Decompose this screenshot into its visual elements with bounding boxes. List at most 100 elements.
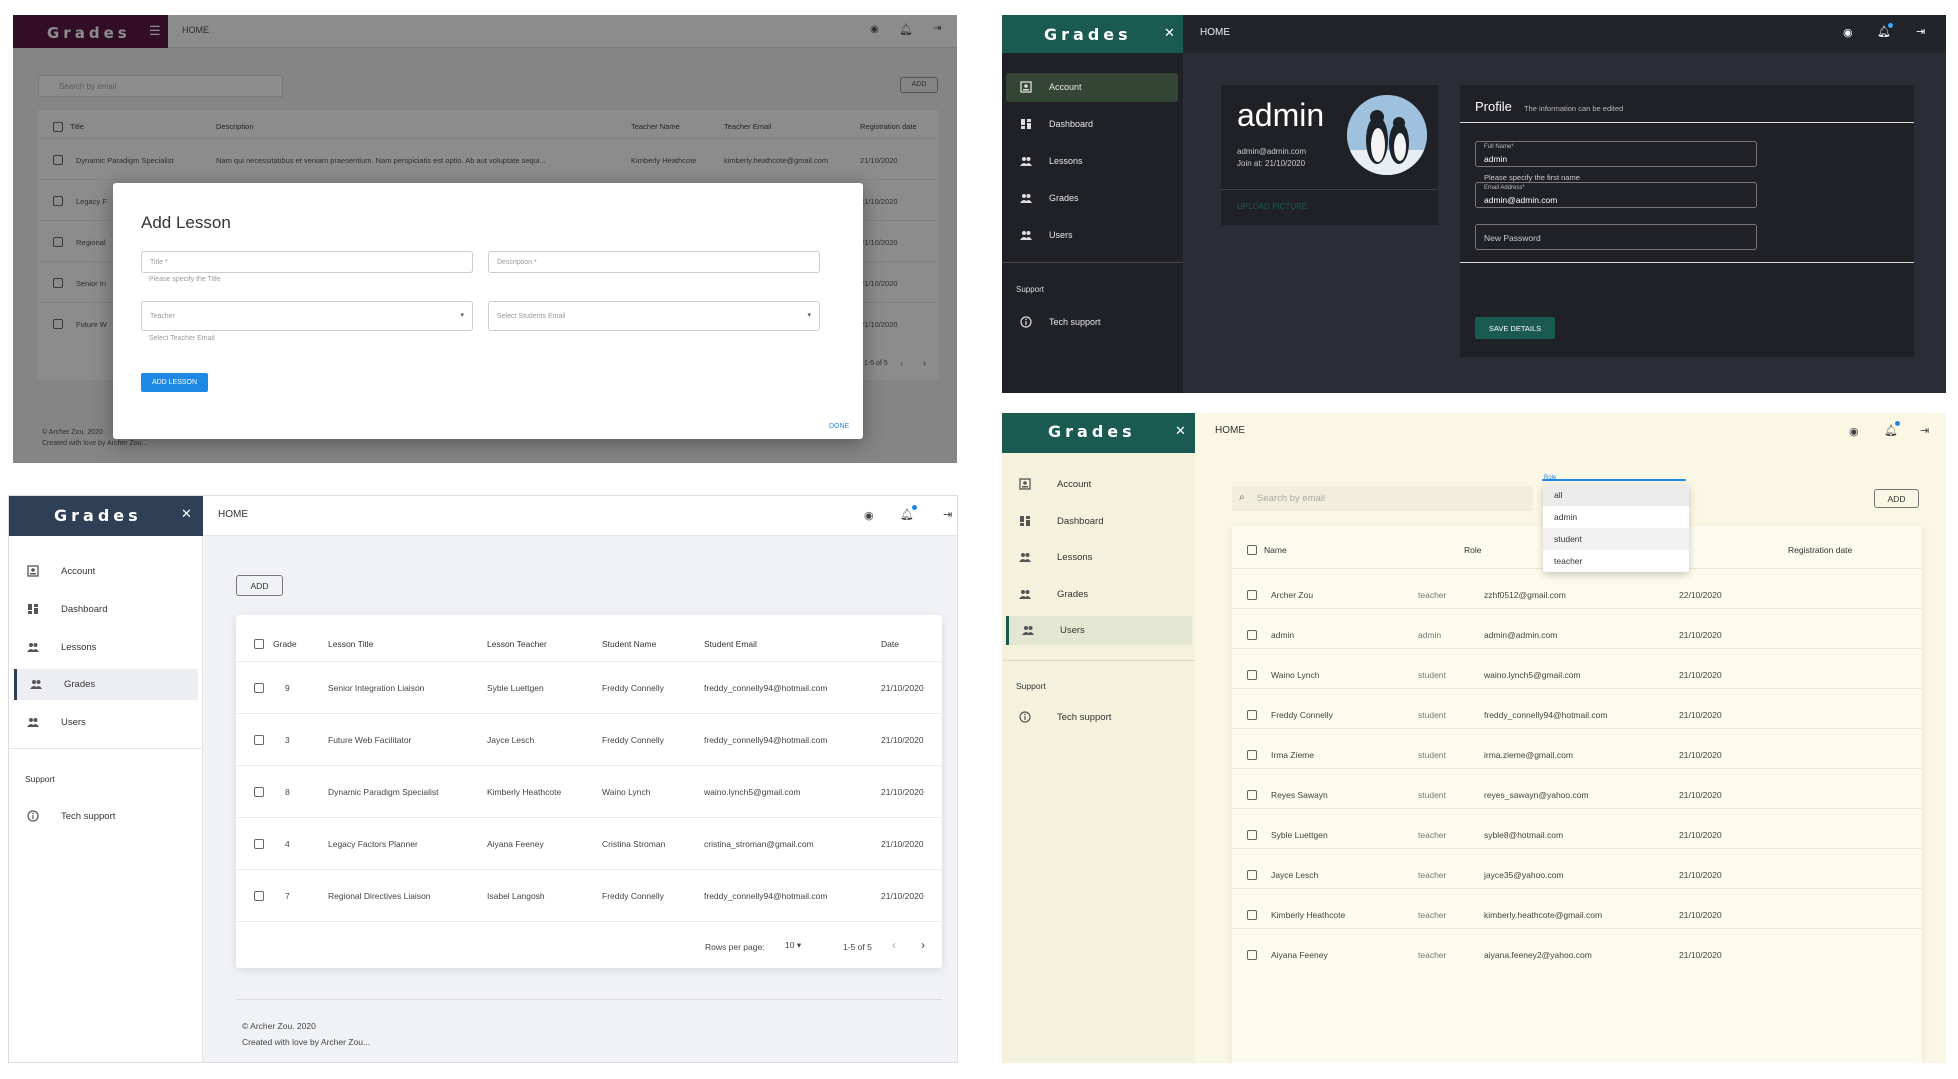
palette-icon[interactable]: ◉	[1849, 425, 1859, 438]
sidebar-item-tech-support[interactable]: Tech support	[14, 801, 198, 832]
table-row[interactable]: 4 Legacy Factors Planner Aiyana Feeney C…	[236, 817, 942, 869]
breadcrumb-home[interactable]: HOME	[1215, 425, 1245, 436]
logout-icon[interactable]: ⇥	[1920, 424, 1929, 437]
sidebar-item-lessons[interactable]: Lessons	[14, 632, 198, 663]
sidebar-item-label: Grades	[64, 679, 96, 690]
search-input[interactable]: Search by email	[1232, 486, 1533, 511]
rows-per-page-select[interactable]: 10 ▾	[785, 940, 801, 951]
students-select[interactable]: Select Students Email ▾	[488, 301, 820, 331]
prev-page-icon[interactable]: ‹	[892, 938, 896, 952]
table-row[interactable]: 7 Regional Directives Liaison Isabel Lan…	[236, 869, 942, 921]
cell-lesson-teacher: Syble Luettgen	[487, 683, 544, 693]
sidebar-item-tech-support[interactable]: Tech support	[1006, 308, 1178, 337]
role-option-teacher[interactable]: teacher	[1543, 550, 1689, 572]
sidebar-item-label: Account	[1057, 479, 1092, 490]
row-checkbox[interactable]	[1247, 790, 1257, 800]
cell-student-email: freddy_connelly94@hotmail.com	[704, 735, 828, 745]
role-option-all[interactable]: all	[1543, 484, 1689, 506]
new-password-field[interactable]: New Password	[1475, 224, 1757, 250]
table-row[interactable]: 3 Future Web Facilitator Jayce Lesch Fre…	[236, 713, 942, 765]
role-option-student[interactable]: student	[1543, 528, 1689, 550]
logout-icon[interactable]: ⇥	[1916, 25, 1925, 38]
role-option-admin[interactable]: admin	[1543, 506, 1689, 528]
title-field[interactable]: Title *	[141, 251, 473, 273]
row-checkbox[interactable]	[1247, 590, 1257, 600]
row-checkbox[interactable]	[1247, 630, 1257, 640]
done-button[interactable]: DONE	[829, 423, 849, 430]
email-field[interactable]: Email Address* admin@admin.com	[1475, 182, 1757, 208]
row-checkbox[interactable]	[1247, 950, 1257, 960]
profile-join-date: Join at: 21/10/2020	[1237, 159, 1306, 168]
cell-lesson-title: Future Web Facilitator	[328, 735, 412, 745]
palette-icon[interactable]: ◉	[864, 509, 874, 522]
close-icon[interactable]: ✕	[181, 506, 192, 522]
row-checkbox[interactable]	[1247, 710, 1257, 720]
row-checkbox[interactable]	[254, 891, 264, 901]
sidebar-item-lessons[interactable]: Lessons	[1006, 543, 1192, 572]
row-checkbox[interactable]	[254, 839, 264, 849]
sidebar-item-users[interactable]: Users	[14, 707, 198, 738]
sidebar-item-grades[interactable]: Grades	[1006, 580, 1192, 609]
bell-icon[interactable]: 🔔︎	[900, 508, 914, 521]
description-field[interactable]: Description *	[488, 251, 820, 273]
save-details-button[interactable]: SAVE DETAILS	[1475, 317, 1555, 339]
cell-grade: 4	[285, 839, 290, 849]
row-checkbox[interactable]	[1247, 750, 1257, 760]
table-row[interactable]: 9 Senior Integration Liaison Syble Luett…	[236, 661, 942, 713]
cell-date: 21/10/2020	[1679, 630, 1722, 640]
add-lesson-button[interactable]: ADD LESSON	[141, 373, 208, 392]
cell-role: teacher	[1418, 590, 1447, 600]
sidebar-item-grades[interactable]: Grades	[14, 669, 198, 700]
sidebar-item-grades[interactable]: Grades	[1006, 184, 1178, 213]
sidebar-item-lessons[interactable]: Lessons	[1006, 147, 1178, 176]
close-icon[interactable]: ✕	[1164, 25, 1175, 41]
bell-icon[interactable]: 🔔︎	[1884, 424, 1898, 437]
table-row[interactable]: 8 Dynamic Paradigm Specialist Kimberly H…	[236, 765, 942, 817]
sidebar-item-users[interactable]: Users	[1006, 221, 1178, 250]
header-student-name: Student Name	[602, 639, 657, 649]
teacher-help: Select Teacher Email	[149, 335, 215, 342]
cell-role: student	[1418, 710, 1446, 720]
header-grade: Grade	[273, 639, 297, 649]
row-checkbox[interactable]	[254, 735, 264, 745]
next-page-icon[interactable]: ›	[921, 938, 925, 952]
teacher-select[interactable]: Teacher ▾	[141, 301, 473, 331]
row-checkbox[interactable]	[1247, 830, 1257, 840]
select-all-checkbox[interactable]	[254, 639, 264, 649]
people-icon	[1020, 231, 1032, 240]
sidebar-item-dashboard[interactable]: Dashboard	[14, 594, 198, 625]
row-checkbox[interactable]	[254, 683, 264, 693]
close-icon[interactable]: ✕	[1175, 423, 1186, 439]
row-checkbox[interactable]	[1247, 670, 1257, 680]
breadcrumb-home[interactable]: HOME	[218, 509, 248, 520]
row-checkbox[interactable]	[254, 787, 264, 797]
cell-student-name: Waino Lynch	[602, 787, 651, 797]
table-row[interactable]: Aiyana Feeney teacher aiyana.feeney2@yahoo…	[1232, 928, 1922, 978]
breadcrumb-home[interactable]: HOME	[1200, 27, 1230, 38]
profile-title: Profile	[1475, 99, 1512, 114]
header-registration-date: Registration date	[1788, 545, 1853, 555]
add-button[interactable]: ADD	[236, 575, 283, 596]
cell-student-email: freddy_connelly94@hotmail.com	[704, 891, 828, 901]
row-checkbox[interactable]	[1247, 910, 1257, 920]
avatar[interactable]	[1347, 95, 1427, 175]
sidebar-item-tech-support[interactable]: Tech support	[1006, 703, 1192, 732]
sidebar-item-dashboard[interactable]: Dashboard	[1006, 507, 1192, 536]
sidebar-item-label: Dashboard	[1049, 119, 1094, 129]
sidebar-item-account[interactable]: Account	[1006, 73, 1178, 102]
row-checkbox[interactable]	[1247, 870, 1257, 880]
select-all-checkbox[interactable]	[1247, 545, 1257, 555]
sidebar-item-users[interactable]: Users	[1006, 616, 1192, 645]
sidebar-item-account[interactable]: Account	[1006, 470, 1192, 499]
palette-icon[interactable]: ◉	[1843, 26, 1853, 39]
header-lesson-title: Lesson Title	[328, 639, 374, 649]
sidebar-item-dashboard[interactable]: Dashboard	[1006, 110, 1178, 139]
full-name-field[interactable]: Full Name* admin	[1475, 141, 1757, 167]
cell-student-name: Freddy Connelly	[602, 683, 664, 693]
cell-date: 21/10/2020	[881, 735, 924, 745]
sidebar-item-account[interactable]: Account	[14, 556, 198, 587]
role-select[interactable]	[1542, 479, 1686, 481]
logout-icon[interactable]: ⇥	[943, 508, 952, 521]
add-button[interactable]: ADD	[1874, 489, 1919, 508]
upload-picture-button[interactable]: UPLOAD PICTURE	[1237, 202, 1307, 211]
